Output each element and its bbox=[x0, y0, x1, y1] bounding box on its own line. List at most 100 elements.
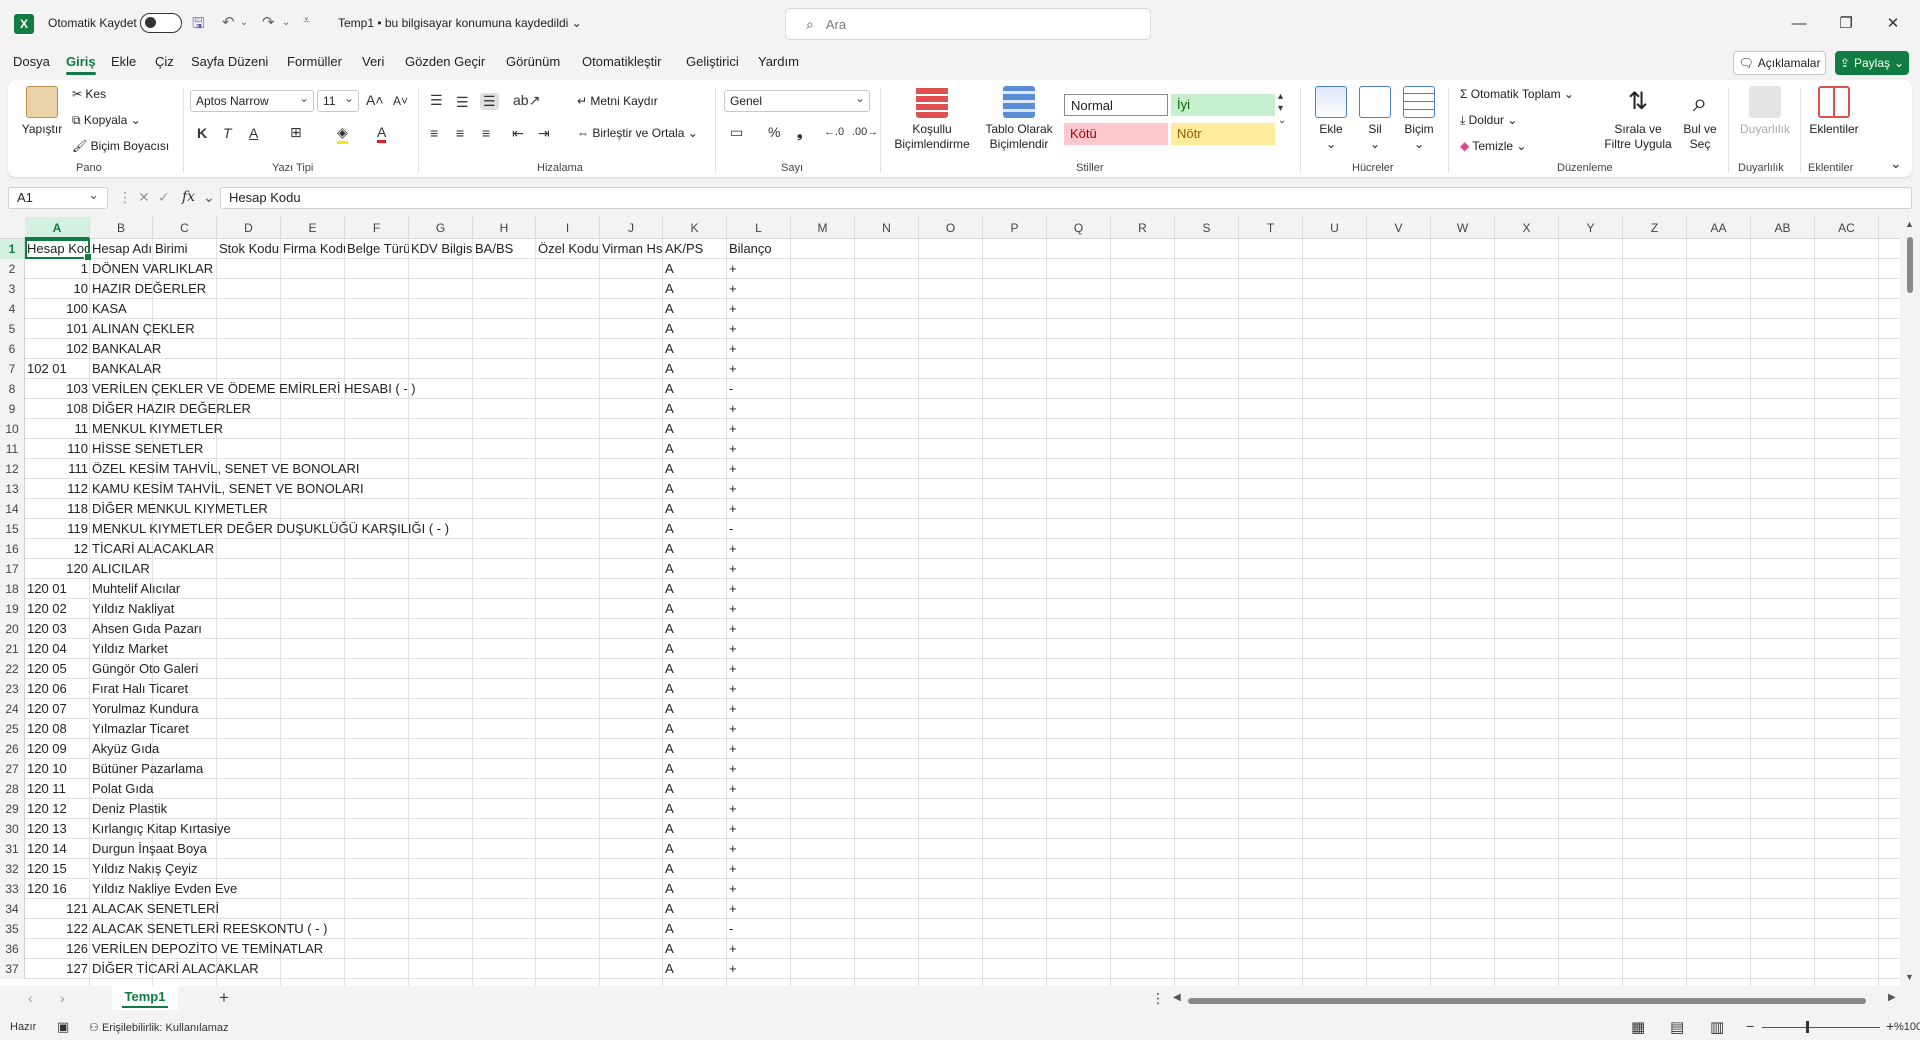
column-header[interactable]: M bbox=[791, 217, 855, 239]
column-header[interactable]: N bbox=[855, 217, 919, 239]
column-header[interactable]: V bbox=[1367, 217, 1431, 239]
row-header[interactable]: 23 bbox=[0, 679, 25, 699]
cell-b[interactable]: DİĞER MENKUL KIYMETLER bbox=[90, 499, 270, 519]
cell-a[interactable]: 12 bbox=[25, 539, 90, 559]
align-left-icon[interactable]: ≡ bbox=[430, 125, 438, 141]
column-header[interactable]: D bbox=[217, 217, 281, 239]
currency-icon[interactable]: ▭ bbox=[730, 124, 743, 141]
cell-b[interactable]: ÖZEL KESİM TAHVİL, SENET VE BONOLARI bbox=[90, 459, 362, 479]
document-title[interactable]: Temp1 • bu bilgisayar konumuna kaydedild… bbox=[338, 16, 582, 30]
cell-a[interactable]: 10 bbox=[25, 279, 90, 299]
percent-icon[interactable]: % bbox=[768, 124, 780, 140]
undo-dropdown-icon[interactable]: ⌄ bbox=[240, 17, 248, 28]
cell-k[interactable]: A bbox=[663, 379, 676, 399]
customize-toolbar-icon[interactable]: ⩡ bbox=[303, 13, 310, 28]
cell-k[interactable]: A bbox=[663, 639, 676, 659]
italic-button[interactable]: T bbox=[223, 125, 232, 141]
cell-b[interactable]: DİĞER HAZIR DEĞERLER bbox=[90, 399, 253, 419]
tab-gorunum[interactable]: Görünüm bbox=[506, 54, 560, 69]
macro-record-icon[interactable]: ▣ bbox=[57, 1019, 69, 1035]
cell-a[interactable]: 120 06 bbox=[25, 679, 69, 699]
cell-l[interactable]: + bbox=[727, 939, 739, 959]
accessibility-status[interactable]: ⚇ Erişilebilirlik: Kullanılamaz bbox=[89, 1021, 228, 1034]
column-header[interactable]: R bbox=[1111, 217, 1175, 239]
row-header[interactable]: 14 bbox=[0, 499, 25, 519]
zoom-in-icon[interactable]: + bbox=[1886, 1018, 1894, 1034]
cell-l[interactable]: + bbox=[727, 759, 739, 779]
row-header[interactable]: 21 bbox=[0, 639, 25, 659]
cell-a[interactable]: 121 bbox=[25, 899, 90, 919]
cell-k[interactable]: A bbox=[663, 479, 676, 499]
cell-k[interactable]: A bbox=[663, 919, 676, 939]
column-header[interactable]: K bbox=[663, 217, 727, 239]
cell-e[interactable]: Firma Kodu bbox=[281, 239, 345, 259]
row-header[interactable]: 17 bbox=[0, 559, 25, 579]
prev-sheet-icon[interactable]: ‹ bbox=[28, 990, 33, 1006]
column-header[interactable]: AC bbox=[1815, 217, 1879, 239]
cell-a[interactable]: 110 bbox=[25, 439, 90, 459]
cell-b[interactable]: MENKUL KIYMETLER bbox=[90, 419, 225, 439]
cell-a[interactable]: 120 02 bbox=[25, 599, 69, 619]
cell-l[interactable]: + bbox=[727, 619, 739, 639]
row-header[interactable]: 27 bbox=[0, 759, 25, 779]
cell-l[interactable]: + bbox=[727, 859, 739, 879]
cell-l[interactable]: + bbox=[727, 959, 739, 979]
decrease-decimal-icon[interactable]: .00→ bbox=[852, 126, 878, 138]
cell-a[interactable]: 1 bbox=[25, 259, 90, 279]
autosave-toggle[interactable] bbox=[140, 13, 182, 33]
cell-b[interactable]: Yılmazlar Ticaret bbox=[90, 719, 191, 739]
cell-l[interactable]: + bbox=[727, 459, 739, 479]
bold-button[interactable]: K bbox=[197, 125, 207, 141]
row-header[interactable]: 15 bbox=[0, 519, 25, 539]
column-header[interactable]: Q bbox=[1047, 217, 1111, 239]
cell-b[interactable]: HİSSE SENETLER bbox=[90, 439, 205, 459]
column-header[interactable]: G bbox=[409, 217, 473, 239]
tab-ekle[interactable]: Ekle bbox=[111, 54, 136, 69]
cell-a[interactable]: 120 12 bbox=[25, 799, 69, 819]
column-header[interactable]: J bbox=[600, 217, 663, 239]
format-painter-button[interactable]: 🖌 Biçim Boyacısı bbox=[72, 139, 169, 153]
cell-k[interactable]: A bbox=[663, 739, 676, 759]
cell-b[interactable]: Ahsen Gıda Pazarı bbox=[90, 619, 204, 639]
number-format-combo[interactable]: Genel bbox=[724, 90, 870, 112]
cell-b[interactable]: Akyüz Gıda bbox=[90, 739, 161, 759]
align-middle-icon[interactable]: ☰ bbox=[456, 94, 469, 111]
cell-h[interactable]: BA/BS bbox=[473, 239, 536, 259]
sensitivity-button[interactable]: Duyarlılık bbox=[1734, 86, 1796, 137]
vertical-scrollbar[interactable]: ▲ ▼ bbox=[1900, 217, 1920, 986]
cell-a[interactable]: 127 bbox=[25, 959, 90, 979]
cell-b[interactable]: Yorulmaz Kundura bbox=[90, 699, 200, 719]
more-options-icon[interactable]: ⋮ bbox=[118, 189, 132, 206]
cell-k[interactable]: AK/PS bbox=[663, 239, 727, 259]
column-header[interactable]: F bbox=[345, 217, 409, 239]
column-header[interactable]: E bbox=[281, 217, 345, 239]
zoom-out-icon[interactable]: − bbox=[1746, 1018, 1754, 1034]
cell-k[interactable]: A bbox=[663, 599, 676, 619]
paste-button[interactable]: Yapıştır bbox=[20, 86, 64, 137]
zoom-slider[interactable] bbox=[1762, 1027, 1880, 1028]
cell-l[interactable]: + bbox=[727, 259, 739, 279]
cell-a[interactable]: 122 bbox=[25, 919, 90, 939]
scroll-left-icon[interactable]: ◀ bbox=[1173, 992, 1181, 1003]
row-header[interactable]: 9 bbox=[0, 399, 25, 419]
normal-view-icon[interactable]: ▦ bbox=[1631, 1018, 1645, 1036]
zoom-slider-thumb[interactable] bbox=[1806, 1021, 1809, 1033]
row-header[interactable]: 10 bbox=[0, 419, 25, 439]
insert-cells-button[interactable]: Ekle ⌄ bbox=[1310, 86, 1352, 152]
column-header[interactable]: W bbox=[1431, 217, 1495, 239]
column-header[interactable]: AB bbox=[1751, 217, 1815, 239]
column-header[interactable]: P bbox=[983, 217, 1047, 239]
cell-b[interactable]: Kırlangıç Kitap Kırtasiye bbox=[90, 819, 233, 839]
font-color-icon[interactable]: A bbox=[377, 124, 387, 143]
cell-a[interactable]: 120 10 bbox=[25, 759, 69, 779]
tab-otomatiklestir[interactable]: Otomatikleştir bbox=[582, 54, 661, 69]
cell-a[interactable]: 102 01 bbox=[25, 359, 69, 379]
cell-a[interactable]: 120 01 bbox=[25, 579, 69, 599]
row-header[interactable]: 1 bbox=[0, 239, 25, 259]
cell-a[interactable]: 11 bbox=[25, 419, 90, 439]
cell-l[interactable]: + bbox=[727, 479, 739, 499]
redo-icon[interactable]: ↷ bbox=[262, 13, 275, 31]
cell-k[interactable]: A bbox=[663, 819, 676, 839]
cell-a[interactable]: 120 09 bbox=[25, 739, 69, 759]
row-header[interactable]: 26 bbox=[0, 739, 25, 759]
